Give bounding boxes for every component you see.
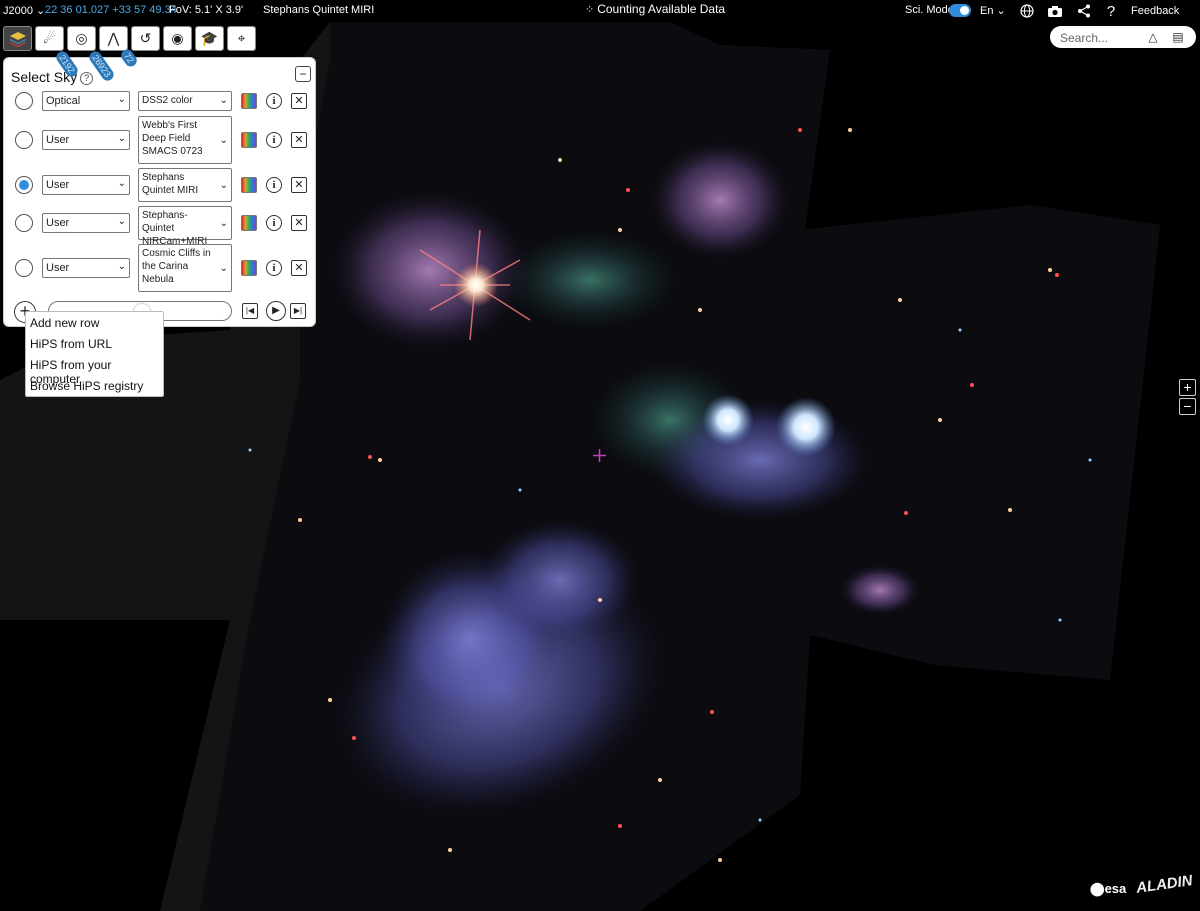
category-select[interactable]: User ⌄ bbox=[42, 130, 130, 150]
globe-icon[interactable] bbox=[1018, 2, 1036, 20]
help-icon[interactable]: ? bbox=[1102, 2, 1120, 20]
category-select[interactable]: User ⌄ bbox=[42, 213, 130, 233]
colormap-button[interactable] bbox=[241, 132, 257, 148]
remove-row-button[interactable]: ✕ bbox=[291, 177, 307, 193]
search-box: △ ▤ bbox=[1050, 26, 1196, 48]
colormap-button[interactable] bbox=[241, 260, 257, 276]
sky-row-radio[interactable] bbox=[15, 92, 33, 110]
esa-logo: ⬤esa bbox=[1090, 881, 1127, 896]
survey-select[interactable]: DSS2 color ⌄ bbox=[138, 91, 232, 111]
survey-select[interactable]: Stephans-Quintet NIRCam+MIRI ⌄ bbox=[138, 206, 232, 247]
info-button[interactable]: i bbox=[266, 132, 282, 148]
category-select[interactable]: User ⌄ bbox=[42, 175, 130, 195]
help-circle-icon[interactable]: ? bbox=[80, 72, 94, 85]
remove-row-button[interactable]: ✕ bbox=[291, 215, 307, 231]
search-input[interactable] bbox=[1058, 29, 1142, 47]
planet-orbit-icon: ↺ bbox=[139, 30, 152, 46]
info-button[interactable]: i bbox=[266, 260, 282, 276]
skip-back-button[interactable]: |◀ bbox=[242, 303, 258, 319]
coordinates-readout[interactable]: 22 36 01.027 +33 57 49.34 bbox=[45, 4, 177, 16]
info-button[interactable]: i bbox=[266, 177, 282, 193]
remove-row-button[interactable]: ✕ bbox=[291, 93, 307, 109]
catalogue-button[interactable]: ◎ bbox=[67, 26, 96, 51]
layers-button[interactable] bbox=[3, 26, 32, 51]
camera-icon[interactable] bbox=[1046, 2, 1064, 20]
top-bar: J2000 ⌄ 22 36 01.027 +33 57 49.34 FoV: 5… bbox=[0, 0, 1200, 22]
sci-mode-toggle[interactable] bbox=[949, 4, 971, 17]
menu-item-browse-hips-registry[interactable]: Browse HiPS registry bbox=[30, 379, 143, 393]
target-cone-icon[interactable]: △ bbox=[1145, 29, 1161, 45]
survey-select[interactable]: Stephans Quintet MIRI ⌄ bbox=[138, 168, 232, 202]
target-button[interactable]: ↺ bbox=[131, 26, 160, 51]
survey-select[interactable]: Cosmic Cliffs in the Carina Nebula ⌄ bbox=[138, 244, 232, 292]
telescope-button[interactable]: ⌖ bbox=[227, 26, 256, 51]
sky-row-radio[interactable] bbox=[15, 259, 33, 277]
survey-select[interactable]: Webb's First Deep Field SMACS 0723 ⌄ bbox=[138, 116, 232, 164]
remove-row-button[interactable]: ✕ bbox=[291, 260, 307, 276]
menu-item-hips-from-url[interactable]: HiPS from URL bbox=[30, 337, 112, 351]
zoom-in-button[interactable]: + bbox=[1179, 379, 1196, 396]
feedback-link[interactable]: Feedback bbox=[1131, 5, 1179, 17]
galaxy-button[interactable]: ☄ bbox=[35, 26, 64, 51]
toolbar: ☄ ◎ ⋀ ↺ ◉ 🎓 ⌖ bbox=[3, 26, 256, 52]
spectrum-icon: ⋀ bbox=[107, 30, 120, 46]
colormap-button[interactable] bbox=[241, 93, 257, 109]
fov-readout: FoV: 5.1' X 3.9' bbox=[169, 4, 244, 16]
loading-spinner-icon: ⁘ bbox=[585, 3, 595, 16]
layers-icon bbox=[9, 31, 26, 47]
sky-row-radio[interactable] bbox=[15, 214, 33, 232]
status-text: Counting Available Data bbox=[597, 2, 726, 16]
ellipse-grid-icon: ◎ bbox=[75, 30, 88, 46]
menu-item-add-new-row[interactable]: Add new row bbox=[30, 316, 99, 330]
select-sky-panel: Select Sky? − Optical ⌄ DSS2 color ⌄ i ✕ U… bbox=[3, 57, 316, 327]
telescope-icon: ⌖ bbox=[237, 30, 246, 46]
language-select[interactable]: En ⌄ bbox=[980, 4, 1006, 17]
info-button[interactable]: i bbox=[266, 215, 282, 231]
category-select[interactable]: User ⌄ bbox=[42, 258, 130, 278]
galaxy-icon: ☄ bbox=[43, 30, 56, 46]
category-select[interactable]: Optical ⌄ bbox=[42, 91, 130, 111]
share-icon[interactable] bbox=[1075, 2, 1093, 20]
sky-row-radio[interactable] bbox=[15, 176, 33, 194]
play-button[interactable]: ▶ bbox=[266, 301, 286, 321]
colormap-button[interactable] bbox=[241, 215, 257, 231]
spectra-button[interactable]: ⋀ bbox=[99, 26, 128, 51]
colormap-button[interactable] bbox=[241, 177, 257, 193]
education-button[interactable]: 🎓 bbox=[195, 26, 224, 51]
graduation-cap-icon: 🎓 bbox=[200, 30, 219, 46]
add-sky-menu: Add new row HiPS from URL HiPS from your… bbox=[25, 311, 164, 397]
skip-forward-button[interactable]: ▶| bbox=[290, 303, 306, 319]
clipboard-icon[interactable]: ▤ bbox=[1170, 29, 1186, 45]
zoom-out-button[interactable]: − bbox=[1179, 398, 1196, 415]
info-button[interactable]: i bbox=[266, 93, 282, 109]
coordinate-frame-select[interactable]: J2000 ⌄ bbox=[3, 4, 45, 17]
dial-icon: ◉ bbox=[171, 30, 184, 46]
status-indicator: ⁘ Counting Available Data bbox=[585, 2, 725, 16]
reticle-crosshair bbox=[593, 449, 606, 462]
sky-row-radio[interactable] bbox=[15, 131, 33, 149]
sci-mode-label: Sci. Mode bbox=[905, 4, 954, 16]
panel-title: Select Sky? bbox=[11, 69, 94, 85]
explore-button[interactable]: ◉ bbox=[163, 26, 192, 51]
collapse-button[interactable]: − bbox=[295, 66, 311, 82]
remove-row-button[interactable]: ✕ bbox=[291, 132, 307, 148]
target-name: Stephans Quintet MIRI bbox=[263, 4, 375, 16]
